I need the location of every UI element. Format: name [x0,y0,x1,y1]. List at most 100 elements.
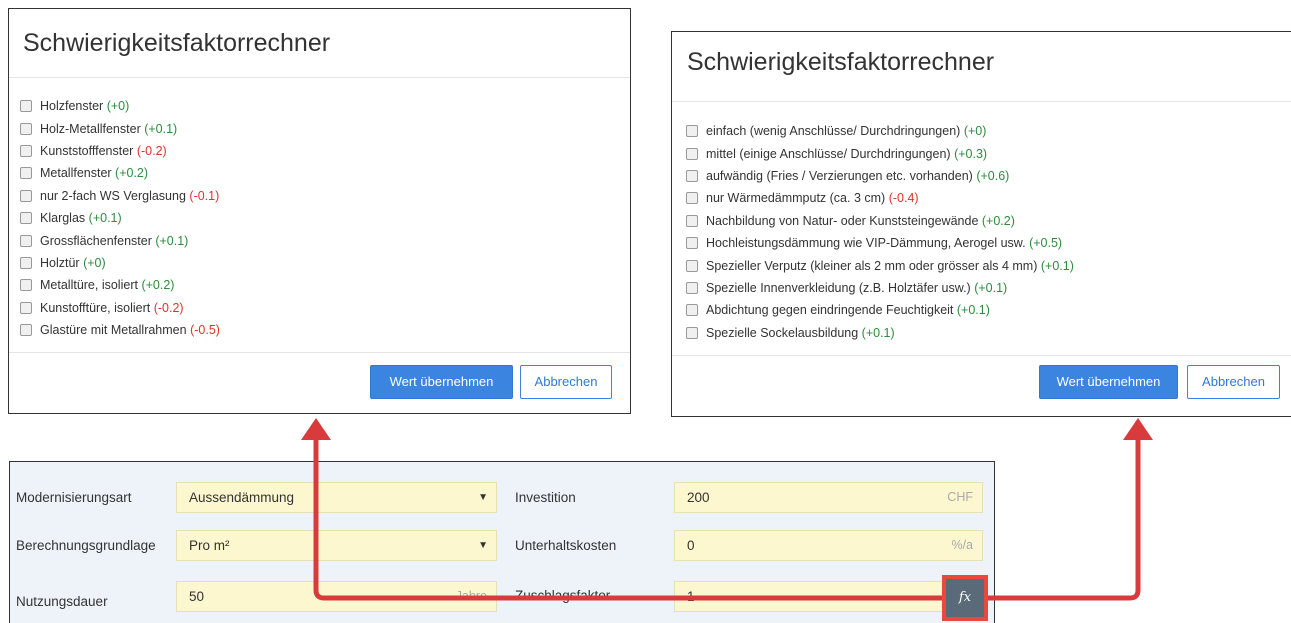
option-factor: (+0.1) [155,233,189,248]
checkbox[interactable] [20,212,32,225]
option-item[interactable]: Holzfenster (+0) [20,95,630,117]
option-factor: (-0.2) [153,300,184,315]
option-factor: (+0.3) [954,146,988,161]
selected-value: Pro m² [189,538,230,553]
nutzungsdauer-label: Nutzungsdauer [16,594,108,609]
checkbox[interactable] [686,259,698,272]
option-item[interactable]: Holztür (+0) [20,252,630,274]
checkbox[interactable] [686,192,698,205]
checkbox[interactable] [686,125,698,138]
option-factor: (-0.4) [888,191,919,206]
option-item[interactable]: Abdichtung gegen eindringende Feuchtigke… [686,299,1291,321]
checkbox[interactable] [686,147,698,160]
option-item[interactable]: nur 2-fach WS Verglasung (-0.1) [20,185,630,207]
option-item[interactable]: mittel (einige Anschlüsse/ Durchdringung… [686,142,1291,164]
unit-label: CHF [947,490,973,504]
option-list: einfach (wenig Anschlüsse/ Durchdringung… [672,102,1291,344]
option-item[interactable]: Klarglas (+0.1) [20,207,630,229]
checkbox[interactable] [20,167,32,180]
option-label: Holz-Metallfenster [40,121,141,136]
modernisierungsart-label: Modernisierungsart [16,490,132,505]
option-factor: (+0.2) [115,166,149,181]
option-item[interactable]: Metalltüre, isoliert (+0.2) [20,274,630,296]
unit-label: Jahre [455,589,487,603]
option-item[interactable]: aufwändig (Fries / Verzierungen etc. vor… [686,165,1291,187]
checkbox[interactable] [686,326,698,339]
checkbox[interactable] [20,189,32,202]
option-item[interactable]: Hochleistungsdämmung wie VIP-Dämmung, Ae… [686,232,1291,254]
investition-input[interactable]: 200 CHF [674,482,983,513]
option-item[interactable]: Kunststofffenster (-0.2) [20,140,630,162]
option-label: Spezielle Sockelausbildung [706,325,859,340]
zuschlagsfaktor-label: Zuschlagsfaktor [515,588,611,603]
checkbox[interactable] [686,237,698,250]
checkbox[interactable] [20,122,32,135]
option-factor: (+0.5) [1029,236,1063,251]
field-value: 0 [687,538,695,553]
zuschlagsfaktor-input[interactable]: 1 [674,581,983,612]
option-item[interactable]: Metallfenster (+0.2) [20,162,630,184]
option-factor: (+0.6) [976,168,1010,183]
option-item[interactable]: nur Wärmedämmputz (ca. 3 cm) (-0.4) [686,187,1291,209]
investition-label: Investition [515,490,576,505]
option-item[interactable]: Spezielle Innenverkleidung (z.B. Holztäf… [686,277,1291,299]
option-item[interactable]: Grossflächenfenster (+0.1) [20,229,630,251]
option-label: Metallfenster [40,166,112,181]
checkbox[interactable] [20,144,32,157]
berechnungsgrundlage-label: Berechnungsgrundlage [16,538,156,553]
checkbox[interactable] [686,169,698,182]
arrow-up-icon [301,418,331,440]
cancel-button[interactable]: Abbrechen [520,365,612,399]
caret-down-icon: ▼ [478,540,488,551]
modernisierungsart-select[interactable]: Aussendämmung ▼ [176,482,497,513]
modernization-form: Modernisierungsart Aussendämmung ▼ Berec… [9,461,995,623]
unterhaltskosten-label: Unterhaltskosten [515,538,617,553]
apply-value-button[interactable]: Wert übernehmen [370,365,513,399]
dialog-footer: Wert übernehmen Abbrechen [672,355,1291,416]
difficulty-calculator-dialog-facade: Schwierigkeitsfaktorrechner einfach (wen… [671,31,1291,417]
field-value: 1 [687,589,695,604]
option-factor: (+0.1) [974,280,1008,295]
option-item[interactable]: einfach (wenig Anschlüsse/ Durchdringung… [686,120,1291,142]
option-label: Grossflächenfenster [40,233,152,248]
option-factor: (+0.1) [861,325,895,340]
option-factor: (+0) [963,124,987,139]
option-item[interactable]: Kunstofftüre, isoliert (-0.2) [20,297,630,319]
option-item[interactable]: Glastüre mit Metallrahmen (-0.5) [20,319,630,341]
formula-button[interactable]: fx [942,575,988,621]
arrow-up-icon [1123,418,1153,440]
checkbox[interactable] [20,279,32,292]
checkbox[interactable] [20,234,32,247]
checkbox[interactable] [20,256,32,269]
option-factor: (+0) [83,255,106,270]
option-item[interactable]: Spezieller Verputz (kleiner als 2 mm ode… [686,254,1291,276]
field-value: 200 [687,490,710,505]
checkbox[interactable] [20,301,32,314]
option-label: Glastüre mit Metallrahmen [40,323,187,338]
option-label: nur Wärmedämmputz (ca. 3 cm) [706,191,886,206]
nutzungsdauer-input[interactable]: 50 Jahre [176,581,497,612]
berechnungsgrundlage-select[interactable]: Pro m² ▼ [176,530,497,561]
unterhaltskosten-input[interactable]: 0 %/a [674,530,983,561]
option-label: Nachbildung von Natur- oder Kunststeinge… [706,213,979,228]
option-label: Hochleistungsdämmung wie VIP-Dämmung, Ae… [706,236,1026,251]
option-factor: (+0.1) [956,303,990,318]
option-label: Klarglas [40,211,86,226]
apply-value-button[interactable]: Wert übernehmen [1039,365,1178,399]
checkbox[interactable] [20,100,32,113]
checkbox[interactable] [686,214,698,227]
option-list: Holzfenster (+0) Holz-Metallfenster (+0.1… [9,78,630,341]
dialog-footer: Wert übernehmen Abbrechen [9,352,630,413]
dialog-title: Schwierigkeitsfaktorrechner [672,32,1291,102]
option-factor: (+0.2) [141,278,175,293]
checkbox[interactable] [686,281,698,294]
option-factor: (-0.5) [190,323,220,338]
checkbox[interactable] [686,304,698,317]
option-item[interactable]: Holz-Metallfenster (+0.1) [20,117,630,139]
option-factor: (+0) [106,99,130,114]
option-item[interactable]: Nachbildung von Natur- oder Kunststeinge… [686,210,1291,232]
checkbox[interactable] [20,324,32,337]
option-item[interactable]: Spezielle Sockelausbildung (+0.1) [686,322,1291,344]
option-label: Spezieller Verputz (kleiner als 2 mm ode… [706,258,1038,273]
cancel-button[interactable]: Abbrechen [1187,365,1280,399]
